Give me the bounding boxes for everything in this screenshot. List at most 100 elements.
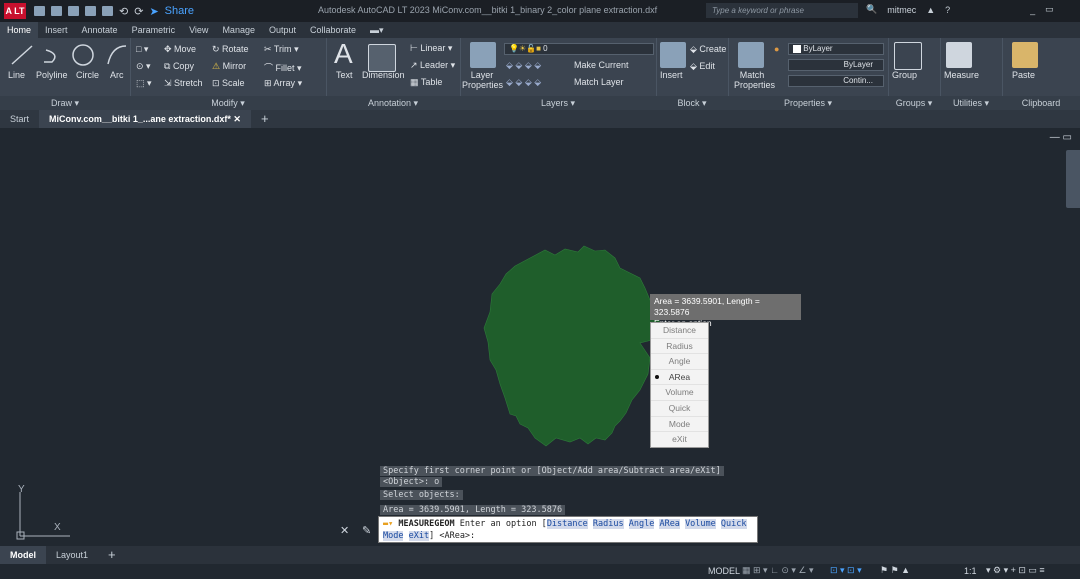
save-icon[interactable] xyxy=(68,6,79,16)
share-button[interactable]: Share xyxy=(165,5,194,17)
group-button[interactable]: Group xyxy=(892,70,917,80)
scale-button[interactable]: ⊡ Scale xyxy=(212,78,245,89)
menu-item-exit[interactable]: eXit xyxy=(651,432,708,447)
command-line-input[interactable]: ▬▾ MEASUREGEOM Enter an option [Distance… xyxy=(378,516,758,543)
menu-item-volume[interactable]: Volume xyxy=(651,385,708,401)
boundary-button[interactable]: ⬚ ▾ xyxy=(136,78,152,89)
tab-collaborate[interactable]: Collaborate xyxy=(303,25,363,35)
model-space-toggle[interactable]: MODEL xyxy=(708,566,740,576)
drawing-canvas[interactable]: — ▭ Y X xyxy=(0,128,1080,546)
hatch-button[interactable]: ⊙ ▾ xyxy=(136,61,151,72)
match-properties-button[interactable]: Match Properties xyxy=(734,70,775,90)
make-current-button[interactable]: Make Current xyxy=(574,60,629,70)
linear-button[interactable]: ⊢ Linear ▾ xyxy=(410,43,452,54)
measure-button[interactable]: Measure xyxy=(944,70,979,80)
polyline-button[interactable]: Polyline xyxy=(36,70,68,80)
color-dropdown[interactable]: ByLayer xyxy=(788,43,884,55)
modify-panel-title[interactable]: Modify ▾ xyxy=(130,96,326,110)
autodesk-app-icon[interactable]: ▲ xyxy=(926,5,935,15)
create-block-button[interactable]: ⬙ Create xyxy=(690,44,726,55)
tab-view[interactable]: View xyxy=(182,25,215,35)
layer-properties-button[interactable]: Layer Properties xyxy=(462,70,503,90)
array-button[interactable]: ⊞ Array ▾ xyxy=(264,78,302,89)
open-icon[interactable] xyxy=(51,6,62,16)
table-button[interactable]: ▦ Table xyxy=(410,77,442,88)
cmd-option-area[interactable]: ARea xyxy=(659,519,680,529)
cmd-option-radius[interactable]: Radius xyxy=(592,519,624,529)
cmd-option-distance[interactable]: Distance xyxy=(546,519,588,529)
mirror-button[interactable]: ⚠ Mirror xyxy=(212,61,246,72)
annotation-scale-icons[interactable]: ⚑ ⚑ ▲ xyxy=(880,565,910,576)
insert-button[interactable]: Insert xyxy=(660,70,683,80)
dimension-button[interactable]: Dimension xyxy=(362,70,405,80)
search-icon[interactable]: 🔍 xyxy=(866,4,877,15)
rectangle-button[interactable]: □ ▾ xyxy=(136,44,148,55)
minimize-icon[interactable]: _ xyxy=(1030,5,1035,15)
annotation-scale-value[interactable]: 1:1 xyxy=(964,566,977,576)
utilities-panel-title[interactable]: Utilities ▾ xyxy=(940,96,1002,110)
extracted-plant-shape[interactable] xyxy=(483,245,661,447)
layers-panel-title[interactable]: Layers ▾ xyxy=(460,96,656,110)
workspace-settings-icons[interactable]: ▾ ⚙ ▾ + ⊡ ▭ ≡ xyxy=(986,565,1045,576)
start-tab[interactable]: Start xyxy=(0,110,39,128)
layer-tools-icons-row2[interactable]: ⬙ ⬙ ⬙ ⬙ xyxy=(506,77,541,88)
cmd-option-volume[interactable]: Volume xyxy=(685,519,716,529)
redo-icon[interactable]: ⟳ xyxy=(134,5,143,18)
stretch-button[interactable]: ⇲ Stretch xyxy=(164,78,203,89)
new-tab-icon[interactable]: + xyxy=(251,110,279,128)
user-button[interactable]: mitmec xyxy=(887,5,916,15)
tab-output[interactable]: Output xyxy=(262,25,303,35)
arc-button[interactable]: Arc xyxy=(110,70,124,80)
active-document-tab[interactable]: MiConv.com__bitki 1_...ane extraction.dx… xyxy=(39,110,251,128)
annotation-panel-title[interactable]: Annotation ▾ xyxy=(326,96,460,110)
edit-block-button[interactable]: ⬙ Edit xyxy=(690,61,715,72)
layer-tools-icons-row1[interactable]: ⬙ ⬙ ⬙ ⬙ xyxy=(506,60,541,71)
line-button[interactable]: Line xyxy=(8,70,25,80)
close-command-line-icon[interactable]: ✕ xyxy=(340,524,349,537)
help-icon[interactable]: ? xyxy=(945,5,950,15)
search-input[interactable]: Type a keyword or phrase xyxy=(706,3,858,18)
paste-button[interactable]: Paste xyxy=(1012,70,1035,80)
new-icon[interactable] xyxy=(34,6,45,16)
tab-manage[interactable]: Manage xyxy=(215,25,262,35)
autocad-logo[interactable]: A LT xyxy=(4,3,26,19)
menu-item-radius[interactable]: Radius xyxy=(651,339,708,355)
close-tab-icon[interactable]: ✕ xyxy=(233,114,241,124)
copy-button[interactable]: ⧉ Copy xyxy=(164,61,194,72)
cmd-option-mode[interactable]: Mode xyxy=(383,531,404,541)
cmd-option-quick[interactable]: Quick xyxy=(720,519,747,529)
groups-panel-title[interactable]: Groups ▾ xyxy=(888,96,940,110)
fillet-button[interactable]: ⌒ Fillet ▾ xyxy=(264,61,302,74)
ribbon-toggle-icon[interactable]: ▬▾ xyxy=(363,25,391,36)
block-panel-title[interactable]: Block ▾ xyxy=(656,96,728,110)
menu-item-mode[interactable]: Mode xyxy=(651,417,708,433)
clipboard-panel-title[interactable]: Clipboard xyxy=(1002,96,1080,110)
model-tab[interactable]: Model xyxy=(0,546,46,564)
text-button[interactable]: Text xyxy=(336,70,353,80)
lineweight-dropdown[interactable]: Contin... xyxy=(788,75,884,87)
cmd-option-exit[interactable]: eXit xyxy=(408,531,430,541)
tab-parametric[interactable]: Parametric xyxy=(125,25,183,35)
menu-item-angle[interactable]: Angle xyxy=(651,354,708,370)
cmd-option-angle[interactable]: Angle xyxy=(628,519,655,529)
menu-item-quick[interactable]: Quick xyxy=(651,401,708,417)
osnap-tracking-icons[interactable]: ⊡ ▾ ⊡ ▾ xyxy=(830,565,862,576)
undo-icon[interactable]: ⟲ xyxy=(119,5,128,18)
tab-insert[interactable]: Insert xyxy=(38,25,75,35)
restore-icon[interactable]: ▭ xyxy=(1045,4,1054,15)
draw-panel-title[interactable]: Draw ▾ xyxy=(0,96,130,110)
linetype-dropdown[interactable]: ByLayer xyxy=(788,59,884,71)
trim-button[interactable]: ✂ Trim ▾ xyxy=(264,44,299,55)
share-icon[interactable]: ➤ xyxy=(149,5,158,18)
leader-button[interactable]: ↗ Leader ▾ xyxy=(410,60,455,71)
layout1-tab[interactable]: Layout1 xyxy=(46,546,98,564)
menu-item-distance[interactable]: Distance xyxy=(651,323,708,339)
plot-icon[interactable] xyxy=(102,6,113,16)
add-layout-icon[interactable]: + xyxy=(98,546,126,564)
rotate-button[interactable]: ↻ Rotate xyxy=(212,44,249,55)
menu-item-area[interactable]: ARea xyxy=(651,370,708,386)
tab-annotate[interactable]: Annotate xyxy=(75,25,125,35)
move-button[interactable]: ✥ Move xyxy=(164,44,196,55)
customize-wrench-icon[interactable]: ✎ xyxy=(362,524,371,537)
layer-dropdown[interactable]: 💡☀🔓■ 0 xyxy=(504,43,654,55)
